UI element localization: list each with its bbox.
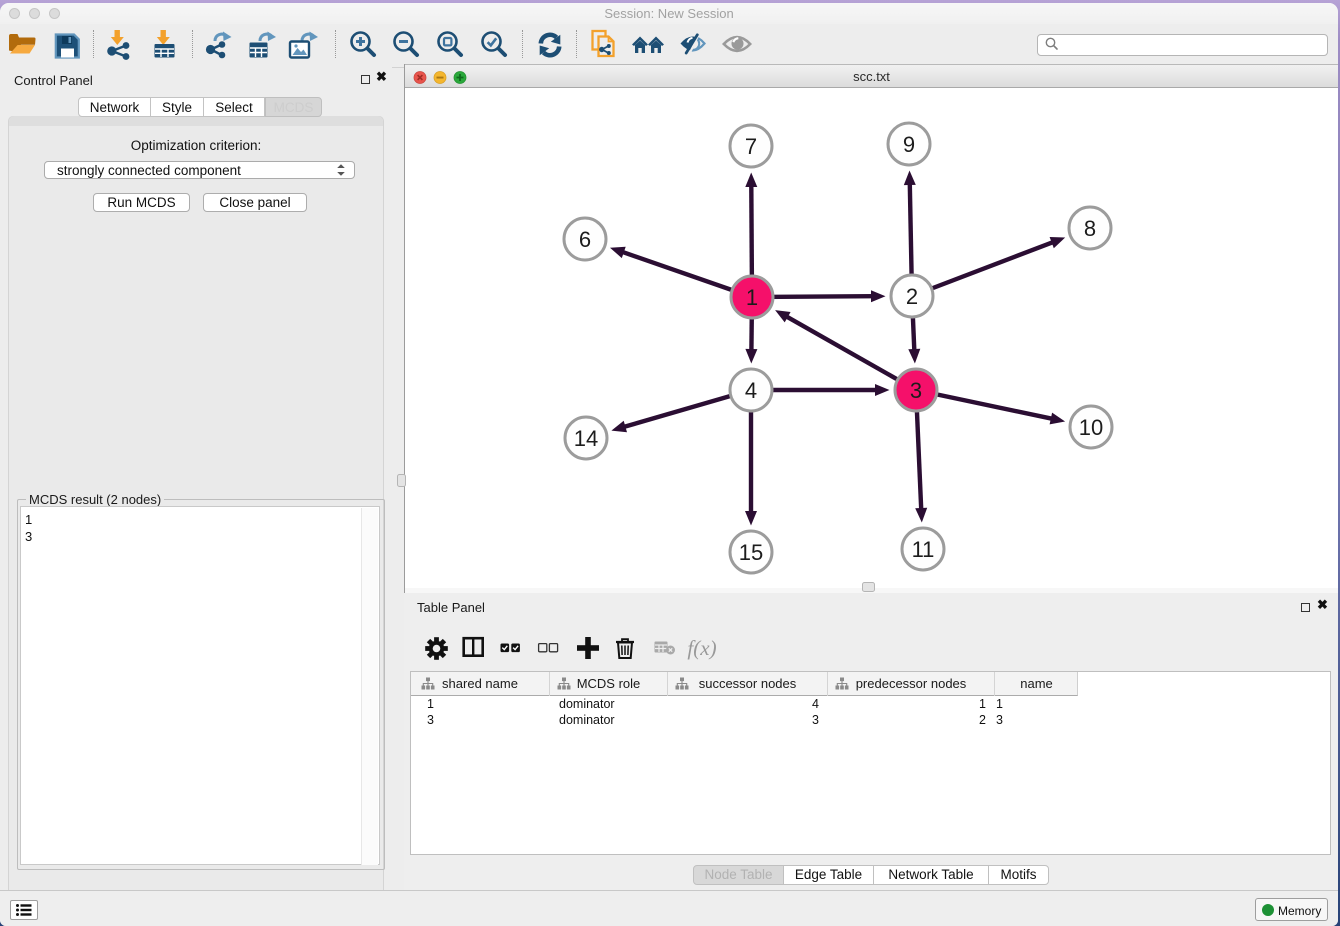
svg-text:14: 14 <box>574 426 598 451</box>
svg-text:4: 4 <box>745 378 757 403</box>
svg-text:10: 10 <box>1079 415 1103 440</box>
svg-text:15: 15 <box>739 540 763 565</box>
svg-text:7: 7 <box>745 134 757 159</box>
svg-text:6: 6 <box>579 227 591 252</box>
svg-text:2: 2 <box>906 284 918 309</box>
svg-text:9: 9 <box>903 132 915 157</box>
svg-text:11: 11 <box>912 537 935 562</box>
svg-text:1: 1 <box>746 285 758 310</box>
svg-text:f(x): f(x) <box>687 636 716 660</box>
svg-text:8: 8 <box>1084 216 1096 241</box>
svg-text:3: 3 <box>910 378 922 403</box>
